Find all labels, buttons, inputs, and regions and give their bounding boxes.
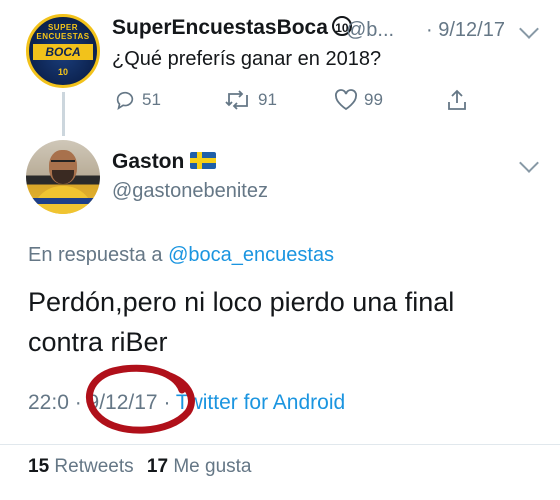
avatar[interactable]: [26, 140, 100, 214]
reply-button[interactable]: 51: [114, 88, 161, 112]
like-count: 99: [364, 90, 383, 109]
reply-handle[interactable]: @gastonebenitez: [112, 180, 268, 203]
retweet-button[interactable]: 91: [224, 88, 277, 112]
likes-stat[interactable]: 17 Me gusta: [147, 456, 252, 477]
reply-tweet-text: Perdón,pero ni loco pierdo una final con…: [28, 287, 455, 357]
chevron-down-icon[interactable]: [519, 153, 539, 173]
tweet-source-link[interactable]: Twitter for Android: [176, 391, 345, 414]
avatar[interactable]: SUPER ENCUESTAS BOCA 10: [26, 14, 100, 88]
in-reply-handle-link[interactable]: @boca_encuestas: [168, 244, 334, 266]
parent-author[interactable]: SuperEncuestasBoca 10: [112, 16, 352, 40]
avatar-number: 10: [57, 67, 68, 77]
retweets-label: Retweets: [54, 456, 134, 477]
share-button[interactable]: [446, 88, 474, 112]
in-reply-prefix: En respuesta a: [28, 244, 163, 266]
sweden-flag-icon: [190, 152, 217, 169]
red-circle-annotation: [86, 364, 195, 434]
heart-icon: [335, 89, 357, 111]
in-reply-to: En respuesta a @boca_encuestas: [28, 244, 334, 267]
reply-author[interactable]: Gaston: [112, 150, 217, 174]
parent-handle[interactable]: @b...: [346, 19, 394, 42]
thread-connector: [62, 92, 65, 136]
retweets-stat[interactable]: 15 Retweets: [28, 456, 134, 477]
likes-label: Me gusta: [173, 456, 252, 477]
retweet-icon: [225, 90, 248, 110]
engagement-stats: 15 Retweets 17 Me gusta: [28, 456, 251, 478]
reply-count: 51: [142, 90, 161, 109]
tweet-time[interactable]: 22:0: [28, 391, 69, 414]
parent-date[interactable]: · 9/12/17: [426, 19, 505, 42]
avatar-team: BOCA: [45, 45, 81, 59]
reply-icon: [116, 91, 134, 111]
display-name: Gaston: [112, 150, 185, 173]
parent-tweet-text: ¿Qué preferís ganar en 2018?: [112, 48, 382, 70]
like-button[interactable]: 99: [334, 88, 383, 112]
display-name: SuperEncuestasBoca: [112, 16, 328, 39]
retweet-count: 91: [258, 90, 277, 109]
likes-count: 17: [146, 456, 169, 477]
share-icon: [448, 89, 466, 110]
chevron-down-icon[interactable]: [519, 19, 539, 39]
divider: [0, 444, 560, 445]
avatar-label: SUPER ENCUESTAS: [36, 23, 90, 41]
retweets-count: 15: [28, 456, 50, 477]
